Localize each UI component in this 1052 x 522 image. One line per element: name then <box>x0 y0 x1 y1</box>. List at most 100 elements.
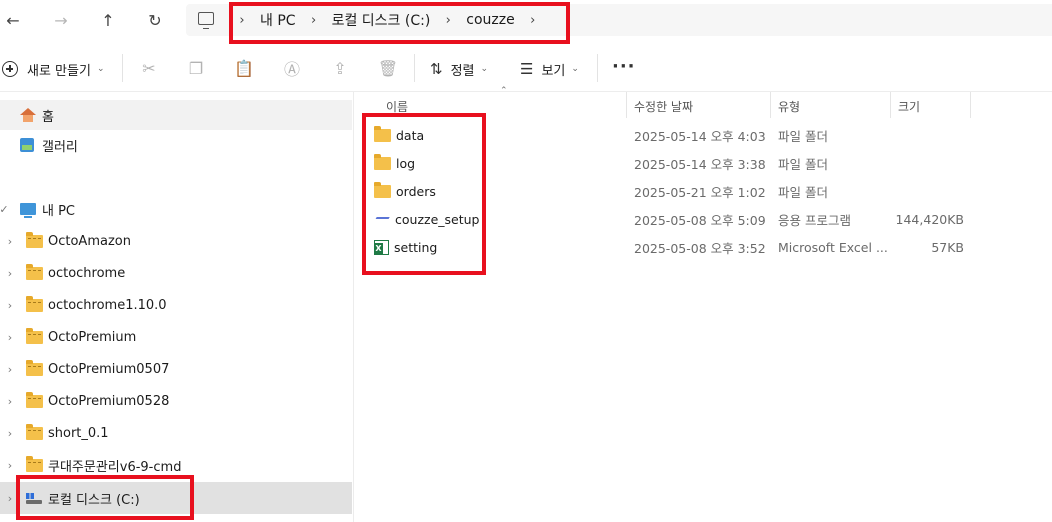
column-divider[interactable] <box>770 92 771 118</box>
copy-icon[interactable]: ❐ <box>185 57 207 79</box>
folder-icon <box>374 181 391 198</box>
file-type: 파일 폴더 <box>778 156 828 172</box>
sidebar-item-label: octochrome1.10.0 <box>48 297 167 313</box>
expanded-chevron-icon[interactable]: ✓ <box>0 203 10 216</box>
column-header-name[interactable]: 이름 <box>386 94 626 118</box>
column-divider[interactable] <box>626 92 627 118</box>
sidebar-item-gallery[interactable]: 갤러리 <box>0 130 352 160</box>
sidebar-item-label: 로컬 디스크 (C:) <box>48 492 140 508</box>
sidebar-item-label: short_0.1 <box>48 425 109 441</box>
chevron-right-icon[interactable]: › <box>4 492 16 505</box>
sidebar-folder[interactable]: › octochrome <box>0 258 352 288</box>
column-header-modified[interactable]: 수정한 날짜 <box>634 94 764 118</box>
folder-icon <box>26 231 43 248</box>
file-modified: 2025-05-21 오후 1:02 <box>634 184 766 200</box>
table-row[interactable]: setting 2025-05-08 오후 3:52 Microsoft Exc… <box>356 233 1052 261</box>
list-view-icon: ☰ <box>520 60 534 78</box>
sidebar-folder[interactable]: › octochrome1.10.0 <box>0 290 352 320</box>
sidebar-item-label: 내 PC <box>42 203 76 219</box>
file-name: setting <box>394 239 438 255</box>
chevron-right-icon[interactable]: › <box>302 13 326 28</box>
sidebar-folder[interactable]: › 쿠대주문관리v6-9-cmd <box>0 450 352 480</box>
breadcrumb-this-pc[interactable]: 내 PC <box>254 10 302 30</box>
chevron-right-icon[interactable]: › <box>230 13 254 28</box>
chevron-right-icon[interactable]: › <box>4 363 16 376</box>
home-icon <box>20 108 36 122</box>
folder-icon <box>26 327 43 344</box>
up-arrow-icon[interactable]: ↑ <box>95 8 121 32</box>
breadcrumb-local-disk[interactable]: 로컬 디스크 (C:) <box>326 10 437 30</box>
sidebar-folder[interactable]: › OctoPremium0528 <box>0 386 352 416</box>
file-size: 144,420KB <box>895 211 964 227</box>
sidebar-item-label: 쿠대주문관리v6-9-cmd <box>48 459 182 475</box>
folder-icon <box>374 153 391 170</box>
file-modified: 2025-05-08 오후 5:09 <box>634 212 766 228</box>
sidebar-folder[interactable]: › short_0.1 <box>0 418 352 448</box>
chevron-down-icon: ⌄ <box>96 64 105 74</box>
table-row[interactable]: log 2025-05-14 오후 3:38 파일 폴더 <box>356 149 1052 177</box>
file-modified: 2025-05-14 오후 3:38 <box>634 156 766 172</box>
address-row: ← → ↑ ↻ › 내 PC › 로컬 디스크 (C:) › couzze › <box>0 0 1052 42</box>
chevron-right-icon[interactable]: › <box>521 13 545 28</box>
forward-arrow-icon[interactable]: → <box>48 8 74 32</box>
table-row[interactable]: data 2025-05-14 오후 4:03 파일 폴더 <box>356 121 1052 149</box>
sort-button[interactable]: ⇅ 정렬 ⌄ <box>430 58 488 80</box>
chevron-right-icon[interactable]: › <box>4 459 16 472</box>
divider <box>597 54 598 82</box>
chevron-right-icon[interactable]: › <box>4 235 16 248</box>
sidebar-item-home[interactable]: 홈 <box>0 100 352 130</box>
folder-icon <box>26 359 43 376</box>
file-type: 파일 폴더 <box>778 184 828 200</box>
breadcrumb: › 내 PC › 로컬 디스크 (C:) › couzze › <box>230 4 545 36</box>
chevron-right-icon[interactable]: › <box>4 427 16 440</box>
monitor-icon <box>198 12 214 29</box>
sidebar-item-label: OctoPremium0528 <box>48 393 170 409</box>
column-divider[interactable] <box>890 92 891 118</box>
new-button[interactable]: 새로 만들기 ⌄ <box>2 58 104 80</box>
back-arrow-icon[interactable]: ← <box>0 8 26 32</box>
sidebar-folder[interactable]: › OctoAmazon <box>0 226 352 256</box>
refresh-icon[interactable]: ↻ <box>142 8 168 32</box>
file-size <box>898 121 964 149</box>
paste-icon[interactable]: 📋 <box>233 57 255 79</box>
column-header-size[interactable]: 크기 <box>898 94 968 118</box>
column-header-label: 수정한 날짜 <box>634 99 694 114</box>
more-options-icon[interactable]: ··· <box>612 56 636 77</box>
sidebar-item-label: 갤러리 <box>42 139 78 155</box>
folder-icon <box>374 125 391 142</box>
sidebar-folder[interactable]: › OctoPremium <box>0 322 352 352</box>
column-header-type[interactable]: 유형 <box>778 94 888 118</box>
chevron-right-icon[interactable]: › <box>4 331 16 344</box>
file-name: orders <box>396 183 436 199</box>
plus-circle-icon <box>2 61 18 77</box>
navigation-pane: 홈 갤러리 ✓ 내 PC › OctoAmazon › octochrome ›… <box>0 92 354 522</box>
sidebar-item-local-disk[interactable]: › 로컬 디스크 (C:) <box>0 482 352 514</box>
view-button[interactable]: ☰ 보기 ⌄ <box>520 58 579 80</box>
sidebar-item-label: 홈 <box>42 109 54 125</box>
chevron-right-icon[interactable]: › <box>436 13 460 28</box>
rename-icon[interactable]: Ⓐ <box>281 57 303 79</box>
file-name: couzze_setup <box>395 211 480 227</box>
folder-icon <box>26 263 43 280</box>
command-bar: 새로 만들기 ⌄ ✂ ❐ 📋 Ⓐ ⇪ 🗑 ⇅ 정렬 ⌄ ☰ 보기 ⌄ ··· <box>0 44 1052 92</box>
column-divider[interactable] <box>970 92 971 118</box>
sort-arrows-icon: ⇅ <box>430 60 443 78</box>
file-name: data <box>396 127 425 143</box>
delete-icon[interactable]: 🗑 <box>377 57 399 79</box>
table-row[interactable]: orders 2025-05-21 오후 1:02 파일 폴더 <box>356 177 1052 205</box>
breadcrumb-couzze[interactable]: couzze <box>460 12 520 28</box>
address-bar[interactable]: › 내 PC › 로컬 디스크 (C:) › couzze › <box>186 4 1052 36</box>
sidebar-item-this-pc[interactable]: ✓ 내 PC <box>0 194 352 224</box>
column-header-label: 크기 <box>898 99 921 114</box>
sort-label: 정렬 <box>450 63 475 79</box>
new-button-label: 새로 만들기 <box>27 63 91 79</box>
cut-icon[interactable]: ✂ <box>138 57 160 79</box>
chevron-right-icon[interactable]: › <box>4 267 16 280</box>
folder-icon <box>26 295 43 312</box>
folder-icon <box>26 423 43 440</box>
chevron-right-icon[interactable]: › <box>4 299 16 312</box>
table-row[interactable]: couzze_setup 2025-05-08 오후 5:09 응용 프로그램 … <box>356 205 1052 233</box>
chevron-right-icon[interactable]: › <box>4 395 16 408</box>
share-icon[interactable]: ⇪ <box>329 57 351 79</box>
sidebar-folder[interactable]: › OctoPremium0507 <box>0 354 352 384</box>
